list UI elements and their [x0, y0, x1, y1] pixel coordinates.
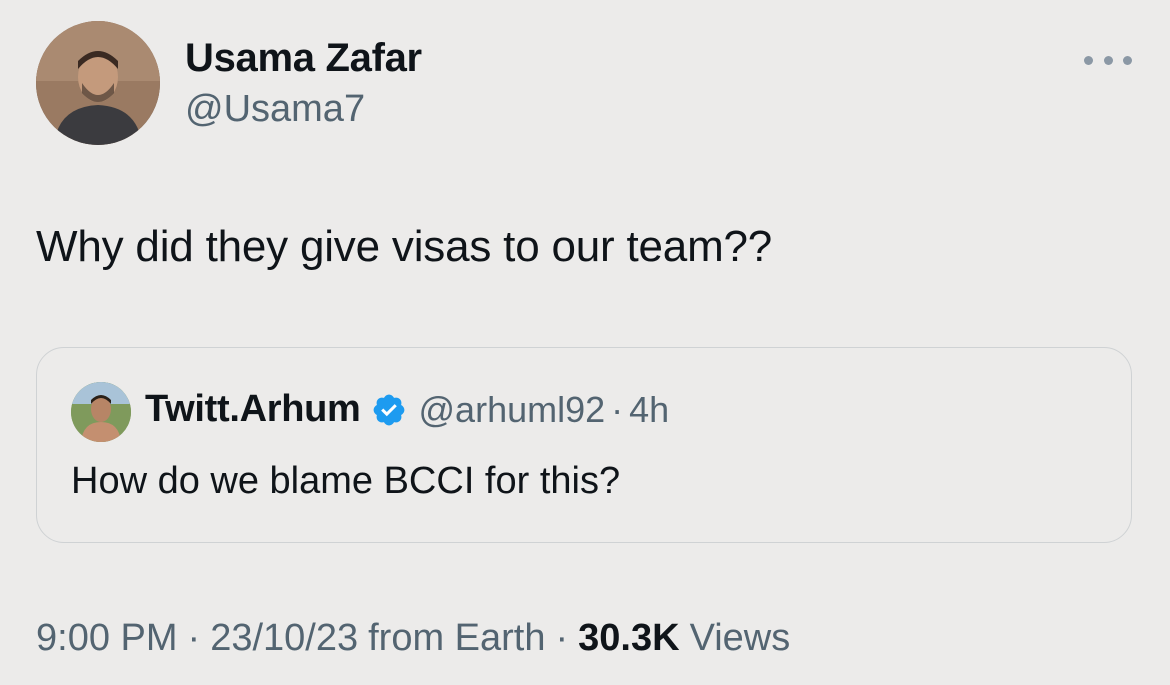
views-count[interactable]: 30.3K	[578, 617, 679, 660]
quoted-timestamp[interactable]: 4h	[629, 389, 669, 431]
author-handle[interactable]: @Usama7	[185, 88, 365, 131]
more-icon[interactable]	[1084, 48, 1132, 72]
tweet: Usama Zafar @Usama7 Why did they give vi…	[0, 0, 1170, 685]
views-label[interactable]: Views	[690, 617, 791, 660]
tweet-meta: 9:00 PM · 23/10/23 from Earth · 30.3K Vi…	[36, 617, 790, 660]
author-name[interactable]: Usama Zafar	[185, 36, 422, 81]
tweet-source: from Earth	[368, 617, 546, 659]
tweet-text: Why did they give visas to our team??	[36, 222, 773, 271]
quoted-tweet-text: How do we blame BCCI for this?	[71, 460, 621, 502]
author-avatar[interactable]	[36, 21, 160, 145]
quoted-header: Twitt.Arhum @arhuml92 · 4h	[145, 388, 669, 431]
quoted-author-avatar[interactable]	[71, 382, 131, 442]
quoted-author-handle[interactable]: @arhuml92	[419, 389, 606, 431]
quoted-tweet-card[interactable]: Twitt.Arhum @arhuml92 · 4h How do we bla…	[36, 347, 1132, 543]
quoted-author-name[interactable]: Twitt.Arhum	[145, 388, 361, 431]
author-avatar-image	[36, 21, 160, 145]
more-dot	[1123, 55, 1132, 65]
tweet-time[interactable]: 9:00 PM	[36, 617, 178, 660]
more-dot	[1084, 55, 1093, 65]
quoted-separator: ·	[611, 388, 624, 430]
quoted-avatar-image	[71, 382, 131, 442]
tweet-date[interactable]: 23/10/23	[210, 617, 358, 660]
meta-separator: ·	[187, 617, 201, 659]
meta-separator: ·	[555, 617, 569, 659]
verified-badge-icon	[373, 394, 404, 425]
more-dot	[1103, 55, 1113, 65]
